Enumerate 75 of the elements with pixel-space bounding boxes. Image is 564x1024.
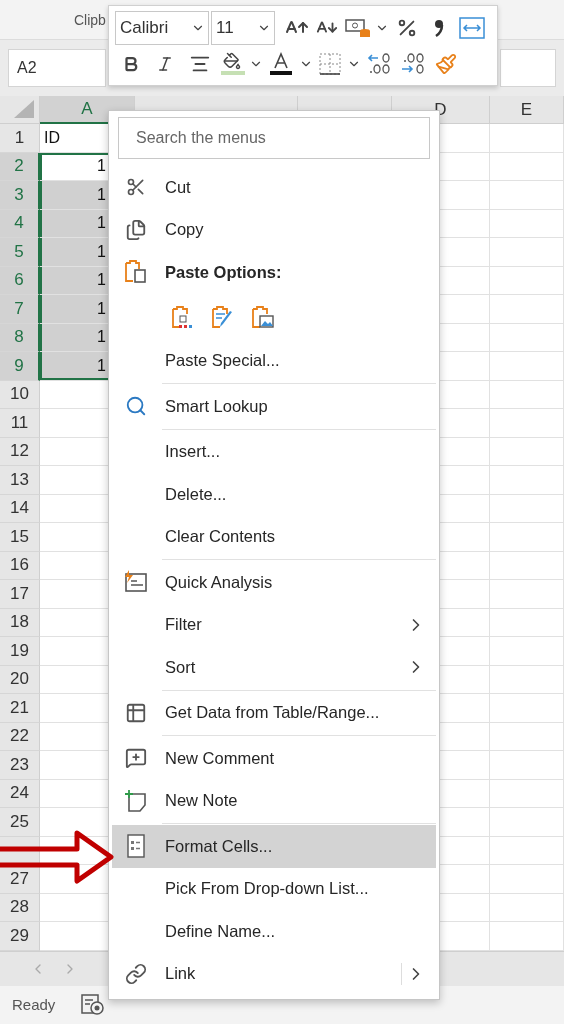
font-color-icon[interactable] [269,52,293,76]
comment-plus-icon [125,747,147,770]
section-header: Paste Options: [165,262,282,282]
menu-item[interactable]: Clear Contents [112,515,436,558]
clipboard-icon [124,259,148,286]
row-header[interactable]: 2 [0,152,40,181]
menu-item[interactable]: Filter [112,603,436,646]
note-plus-icon [124,788,148,813]
status-text: Ready [12,996,56,1014]
row-header[interactable]: 3 [0,181,40,210]
paste-icon[interactable] [170,303,194,330]
row-header[interactable]: 23 [0,751,40,780]
name-box[interactable]: A2 [8,49,106,87]
row-header[interactable]: 15 [0,523,40,552]
menu-item[interactable]: Smart Lookup [112,385,436,428]
row-header[interactable]: 13 [0,466,40,495]
row-header[interactable]: 6 [0,266,40,295]
column-header[interactable]: E [490,96,564,124]
row-header[interactable]: 11 [0,409,40,438]
row-header[interactable]: 28 [0,893,40,922]
search-icon [125,395,147,418]
row-header[interactable]: 25 [0,808,40,837]
row-header[interactable]: 7 [0,295,40,324]
menu-item[interactable]: Insert... [112,430,436,473]
row-header[interactable]: 8 [0,323,40,352]
bold-icon[interactable] [122,55,140,73]
menu-item[interactable]: Format Cells... [112,825,436,868]
row-header[interactable]: 22 [0,722,40,751]
row-header[interactable]: 14 [0,494,40,523]
menu-item[interactable]: New Comment [112,737,436,780]
increase-decimal-icon[interactable] [366,52,392,76]
menu-item[interactable]: New Note [112,779,436,822]
ribbon-group-label: Clipb [74,11,106,28]
decrease-decimal-icon[interactable] [400,52,426,76]
row-header[interactable]: 5 [0,238,40,267]
row-header[interactable]: 12 [0,437,40,466]
row-header[interactable]: 9 [0,352,40,381]
table-icon [125,701,147,724]
borders-icon[interactable] [319,53,341,75]
row-header[interactable]: 17 [0,580,40,609]
fill-color-icon[interactable] [220,52,246,76]
macro-record-icon[interactable] [81,993,106,1016]
row-header[interactable]: 19 [0,637,40,666]
menu-item[interactable]: Sort [112,646,436,689]
paste-picture-icon[interactable] [250,303,274,330]
menu-item[interactable]: Get Data from Table/Range... [112,691,436,734]
row-header[interactable]: 1 [0,124,40,153]
comma-style-icon[interactable] [433,17,445,39]
menu-item[interactable]: Define Name... [112,910,436,953]
row-header[interactable]: 29 [0,922,40,951]
menu-item[interactable]: Delete... [112,473,436,516]
row-header[interactable]: 21 [0,694,40,723]
menu-item[interactable]: Pick From Drop-down List... [112,867,436,910]
row-header[interactable]: 24 [0,779,40,808]
font-name-field[interactable]: Calibri [115,11,209,45]
row-header[interactable]: 20 [0,665,40,694]
row-header[interactable]: 18 [0,608,40,637]
number-format-icon[interactable] [345,17,371,39]
scissors-icon [126,177,146,198]
italic-icon[interactable] [156,55,174,73]
format-painter-icon[interactable] [435,53,457,75]
merge-center-icon[interactable] [459,17,485,39]
link-icon [125,962,147,985]
row-header[interactable]: 16 [0,551,40,580]
row-header[interactable]: 10 [0,380,40,409]
format-cells-icon [127,834,145,859]
paste-formatting-icon[interactable] [210,303,234,330]
menu-item[interactable]: Link [112,952,436,995]
search-field[interactable]: Search the menus [118,117,430,159]
percent-icon[interactable] [396,17,418,39]
row-header[interactable]: 4 [0,209,40,238]
menu-item[interactable]: Quick Analysis [112,561,436,604]
font-size-field[interactable]: 11 [211,11,275,45]
quick-analysis-icon [123,570,149,595]
copy-icon [125,218,147,241]
